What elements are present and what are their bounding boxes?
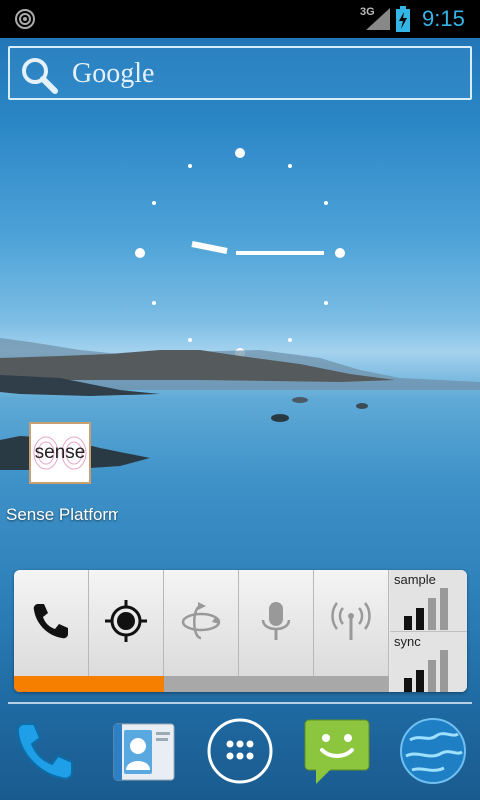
wireless-toggle-button[interactable] — [314, 570, 389, 692]
clock-marker-3 — [335, 248, 345, 258]
sync-signal-icon — [404, 650, 448, 692]
all-apps-icon[interactable] — [205, 716, 275, 786]
contacts-icon[interactable] — [108, 716, 178, 786]
app-label[interactable]: Sense Platform — [6, 505, 118, 525]
clock-hour-hand — [191, 241, 228, 254]
sample-status[interactable]: sample — [390, 570, 467, 631]
antenna-icon — [331, 602, 371, 640]
battery-charging-icon — [396, 6, 410, 32]
sync-label: sync — [394, 634, 421, 649]
rotate-icon — [181, 602, 221, 640]
signal-icon — [366, 8, 390, 30]
microphone-indicator — [239, 676, 314, 692]
sync-status[interactable]: sync — [390, 631, 467, 692]
microphone-icon — [261, 602, 291, 640]
dock-divider — [8, 702, 472, 704]
rotate-toggle-button[interactable] — [164, 570, 239, 692]
clock-marker-12 — [235, 148, 245, 158]
wireless-indicator — [314, 676, 389, 692]
search-label: Google — [72, 58, 155, 89]
phone-app-icon[interactable] — [10, 716, 80, 786]
microphone-toggle-button[interactable] — [239, 570, 314, 692]
status-bar: 3G 9:15 — [0, 0, 480, 38]
messaging-icon[interactable] — [302, 716, 372, 786]
phone-icon — [33, 604, 68, 639]
phone-indicator — [14, 676, 89, 692]
sample-label: sample — [394, 572, 436, 587]
status-time: 9:15 — [422, 6, 465, 31]
app-icon-text: sense — [34, 442, 86, 463]
phone-toggle-button[interactable] — [14, 570, 89, 692]
clock-marker-9 — [135, 248, 145, 258]
target-notification-icon — [15, 9, 35, 29]
gps-indicator — [89, 676, 164, 692]
browser-icon[interactable] — [398, 716, 468, 786]
power-control-widget: sample sync — [14, 570, 467, 692]
sense-app-icon[interactable]: sense — [29, 422, 91, 484]
sample-signal-icon — [404, 588, 448, 630]
google-search-bar[interactable]: Google — [8, 46, 472, 100]
rotate-indicator — [164, 676, 239, 692]
search-icon — [22, 58, 58, 94]
gps-icon — [105, 600, 147, 642]
gps-toggle-button[interactable] — [89, 570, 164, 692]
